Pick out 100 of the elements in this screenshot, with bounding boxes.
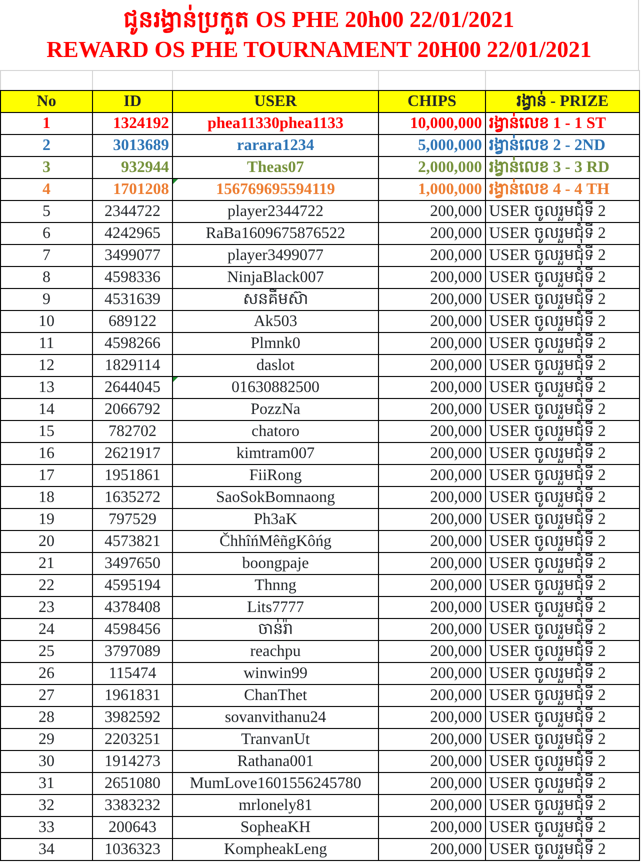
table-cell: 32 [0,794,92,816]
table-cell: USER ចូលរួមជុំទី 2 [486,266,640,288]
table-cell: 25 [0,640,92,662]
table-cell: USER ចូលរួមជុំទី 2 [486,838,640,860]
table-cell: 200,000 [378,772,486,794]
table-cell: 4378408 [92,596,172,618]
table-cell: 4595194 [92,574,172,596]
table-cell: 27 [0,684,92,706]
table-cell: 200,000 [378,596,486,618]
table-cell: USER ចូលរួមជុំទី 2 [486,288,640,310]
table-cell: 18 [0,486,92,508]
table-cell: 200,000 [378,618,486,640]
table-cell: SopheaKH [172,816,378,838]
table-cell: Plmnk0 [172,332,378,354]
table-cell: USER ចូលរួមជុំទី 2 [486,684,640,706]
table-cell: 156769695594119 [172,178,378,200]
table-cell: 115474 [92,662,172,684]
table-cell: 10,000,000 [378,112,486,134]
table-cell: ចាន់រ៉ា [172,618,378,640]
table-cell: 24 [0,618,92,640]
table-cell: 200,000 [378,266,486,288]
table-cell: USER ចូលរួមជុំទី 2 [486,662,640,684]
table-cell: USER ចូលរួមជុំទី 2 [486,442,640,464]
table-cell: 2651080 [92,772,172,794]
table-cell: 200,000 [378,574,486,596]
table-cell: 4598456 [92,618,172,640]
table-cell: 200,000 [378,816,486,838]
table-cell: daslot [172,354,378,376]
table-cell: 200,000 [378,750,486,772]
table-cell: 200,000 [378,530,486,552]
table-cell: MumLove1601556245780 [172,772,378,794]
table-cell: Theas07 [172,156,378,178]
table-cell: 200,000 [378,838,486,860]
table-cell: 30 [0,750,92,772]
table-cell: 200,000 [378,486,486,508]
column-header: No [0,90,92,112]
table-cell: chatoro [172,420,378,442]
table-cell: 3013689 [92,134,172,156]
table-cell: 7 [0,244,92,266]
table-cell: USER ចូលរួមជុំទី 2 [486,398,640,420]
table-cell: សនគឹមស៊ា [172,288,378,310]
table-cell: 1,000,000 [378,178,486,200]
table-cell: 1324192 [92,112,172,134]
table-cell: 34 [0,838,92,860]
table-cell: 23 [0,596,92,618]
table-cell: 200,000 [378,398,486,420]
table-cell: 14 [0,398,92,420]
table-cell: PozzNa [172,398,378,420]
table-cell: USER ចូលរួមជុំទី 2 [486,794,640,816]
table-cell: USER ចូលរួមជុំទី 2 [486,310,640,332]
table-cell: 33 [0,816,92,838]
table-cell: 200,000 [378,794,486,816]
table-cell: 200,000 [378,464,486,486]
table-cell: រង្វាន់លេខ 2 - 2ND [486,134,640,156]
table-cell: 22 [0,574,92,596]
table-cell: 200,000 [378,684,486,706]
table-cell: Lits7777 [172,596,378,618]
table-cell: 200,000 [378,354,486,376]
table-cell: USER ចូលរួមជុំទី 2 [486,640,640,662]
table-cell: 200,000 [378,420,486,442]
table-cell: USER ចូលរួមជុំទី 2 [486,376,640,398]
table-cell: 200,000 [378,376,486,398]
table-cell: រង្វាន់លេខ 1 - 1 ST [486,112,640,134]
table-cell: 4 [0,178,92,200]
table-cell: 8 [0,266,92,288]
table-cell: sovanvithanu24 [172,706,378,728]
table-cell: 31 [0,772,92,794]
table-cell: boongpaje [172,552,378,574]
table-cell: 4598266 [92,332,172,354]
table-cell: 3 [0,156,92,178]
table-cell: 2644045 [92,376,172,398]
table-cell: 3982592 [92,706,172,728]
table-cell: Ph3aK [172,508,378,530]
table-cell: 15 [0,420,92,442]
table-cell: 21 [0,552,92,574]
table-cell: USER ចូលរួមជុំទី 2 [486,222,640,244]
table-cell: USER ចូលរួមជុំទី 2 [486,596,640,618]
table-cell: 01630882500 [172,376,378,398]
table-cell: USER ចូលរួមជុំទី 2 [486,618,640,640]
table-cell: RaBa1609675876522 [172,222,378,244]
table-cell: 1 [0,112,92,134]
table-cell: player2344722 [172,200,378,222]
table-cell: 2066792 [92,398,172,420]
table-cell: NinjaBlack007 [172,266,378,288]
table-cell: player3499077 [172,244,378,266]
table-cell: USER ចូលរួមជុំទី 2 [486,728,640,750]
table-cell: rarara1234 [172,134,378,156]
table-cell: 3497650 [92,552,172,574]
table-cell: KompheakLeng [172,838,378,860]
table-cell: 200,000 [378,640,486,662]
table-cell: 782702 [92,420,172,442]
table-cell: រង្វាន់លេខ 3 - 3 RD [486,156,640,178]
table-cell: reachpu [172,640,378,662]
table-cell: 200,000 [378,310,486,332]
table-cell: 1701208 [92,178,172,200]
table-cell: 29 [0,728,92,750]
table-cell: USER ចូលរួមជុំទី 2 [486,552,640,574]
table-cell: 4598336 [92,266,172,288]
table-cell: Rathana001 [172,750,378,772]
table-cell: 200643 [92,816,172,838]
